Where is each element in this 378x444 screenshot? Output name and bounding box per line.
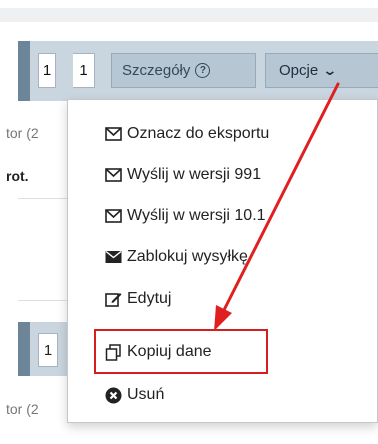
envelope-outline-icon: [105, 126, 122, 142]
menu-item-label: Wyślij w wersji 10.1: [127, 207, 266, 224]
menu-item-mark-export[interactable]: Oznacz do eksportu: [105, 122, 269, 146]
options-label: Opcje: [279, 62, 319, 79]
divider: [18, 198, 68, 199]
delete-circle-icon: [105, 387, 122, 403]
details-label: Szczegóły: [122, 62, 191, 79]
menu-item-label: Edytuj: [127, 290, 172, 307]
toolbar-edge-2: [18, 322, 30, 376]
edit-icon: [105, 291, 122, 307]
menu-item-send-10-1[interactable]: Wyślij w wersji 10.1: [105, 204, 266, 228]
toolbar-edge: [18, 41, 30, 101]
menu-item-label: Usuń: [127, 386, 165, 403]
highlight-box: [94, 329, 268, 374]
envelope-outline-icon: [105, 208, 122, 224]
menu-item-send-991[interactable]: Wyślij w wersji 991: [105, 163, 261, 187]
page-number-b[interactable]: 1: [73, 53, 95, 88]
top-strip: [0, 8, 378, 22]
row1-bold-fragment: rot.: [6, 168, 29, 184]
page-number-row2[interactable]: 1: [38, 333, 58, 367]
envelope-solid-icon: [105, 249, 122, 265]
help-icon: ?: [195, 63, 211, 78]
envelope-outline-icon: [105, 167, 122, 183]
details-button[interactable]: Szczegóły ?: [111, 53, 256, 88]
menu-item-edit[interactable]: Edytuj: [105, 287, 171, 311]
menu-item-label: Zablokuj wysyłkę: [127, 248, 248, 265]
page-number-a[interactable]: 1: [38, 53, 56, 88]
menu-item-label: Oznacz do eksportu: [127, 125, 270, 142]
options-button[interactable]: Opcje ⌄: [265, 53, 378, 88]
divider: [18, 300, 68, 301]
row2-fragment: tor (2: [6, 401, 39, 417]
menu-item-block-sending[interactable]: Zablokuj wysyłkę: [105, 245, 248, 269]
menu-item-delete[interactable]: Usuń: [105, 383, 164, 407]
row1-fragment: tor (2: [6, 125, 39, 141]
menu-item-label: Wyślij w wersji 991: [127, 166, 262, 183]
chevron-down-icon: ⌄: [322, 62, 338, 78]
